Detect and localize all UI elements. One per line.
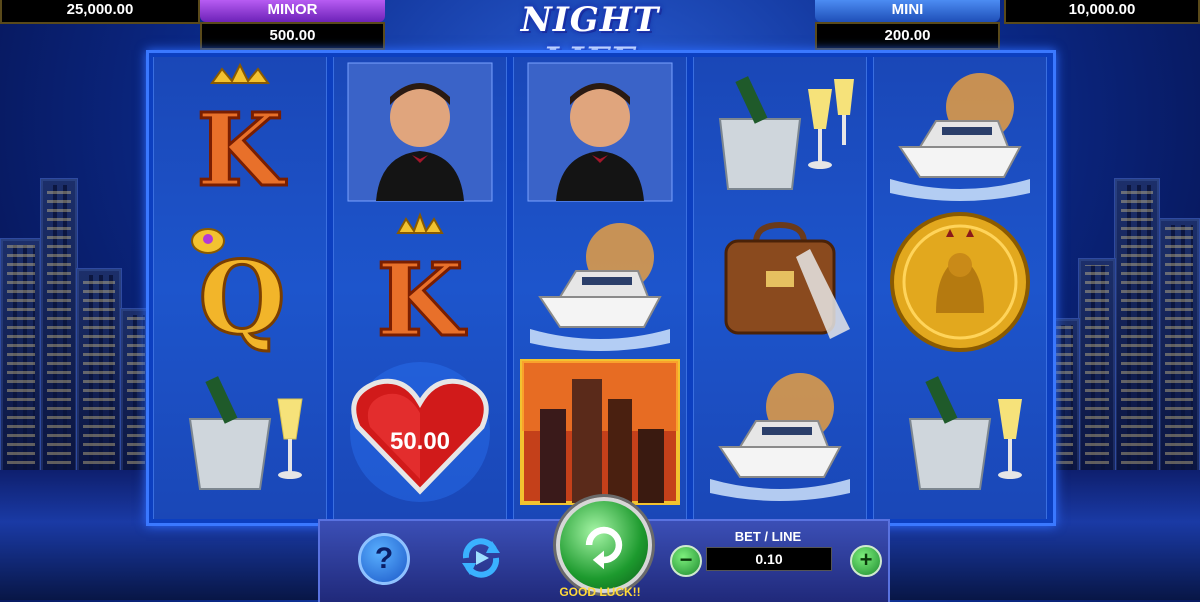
queen-card-icon: Q: [154, 207, 326, 357]
reel-4: [693, 57, 867, 519]
reel-5: [873, 57, 1047, 519]
status-message: GOOD LUCK!!: [559, 585, 641, 599]
svg-text:K: K: [377, 241, 467, 355]
help-button[interactable]: ?: [358, 533, 410, 585]
jackpot-minor-label: MINOR: [200, 0, 385, 22]
svg-text:K: K: [197, 91, 287, 205]
autoplay-icon: [462, 538, 500, 578]
jackpot-mini-value: 200.00: [815, 22, 1000, 50]
spin-arrow-icon: [585, 526, 623, 570]
jackpot-mini-label: MINI: [815, 0, 1000, 22]
reel-frame: K Q K 50.00: [146, 50, 1056, 526]
city-skyline-icon: [514, 357, 686, 507]
control-panel: ? GOOD LUCK!! − BET / LINE 0.10 +: [318, 497, 890, 602]
travel-bag-icon: [694, 207, 866, 357]
ruby-heart-icon: 50.00: [334, 357, 506, 507]
yacht-icon: [874, 57, 1046, 207]
city-skyline-right: [1040, 150, 1200, 480]
jackpot-minor-value: 500.00: [200, 22, 385, 50]
yacht-icon: [514, 207, 686, 357]
autoplay-button[interactable]: [456, 533, 506, 583]
champagne-bucket-icon: [694, 57, 866, 207]
spin-button[interactable]: [556, 497, 652, 593]
gold-lion-coin-icon: [874, 207, 1046, 357]
bet-increase-button[interactable]: +: [850, 545, 882, 577]
champagne-bucket-icon: [154, 357, 326, 507]
game-logo: NIGHT LIFE: [520, 0, 660, 80]
bet-decrease-button[interactable]: −: [670, 545, 702, 577]
jackpot-major-value: 25,000.00: [0, 0, 200, 24]
reel-1: K Q: [153, 57, 327, 519]
svg-text:Q: Q: [198, 239, 285, 355]
king-card-icon: K: [154, 57, 326, 207]
reel-2: K 50.00: [333, 57, 507, 519]
bet-per-line-label: BET / LINE: [734, 529, 802, 544]
yacht-icon: [694, 357, 866, 507]
gentleman-portrait-icon: [514, 57, 686, 207]
svg-text:50.00: 50.00: [390, 428, 450, 455]
bet-per-line-value: 0.10: [706, 547, 832, 571]
jackpot-grand-value: 10,000.00: [1004, 0, 1200, 24]
champagne-bucket-icon: [874, 357, 1046, 507]
gentleman-portrait-icon: [334, 57, 506, 207]
city-skyline-left: [0, 150, 160, 480]
reel-3: [513, 57, 687, 519]
king-card-icon: K: [334, 207, 506, 357]
